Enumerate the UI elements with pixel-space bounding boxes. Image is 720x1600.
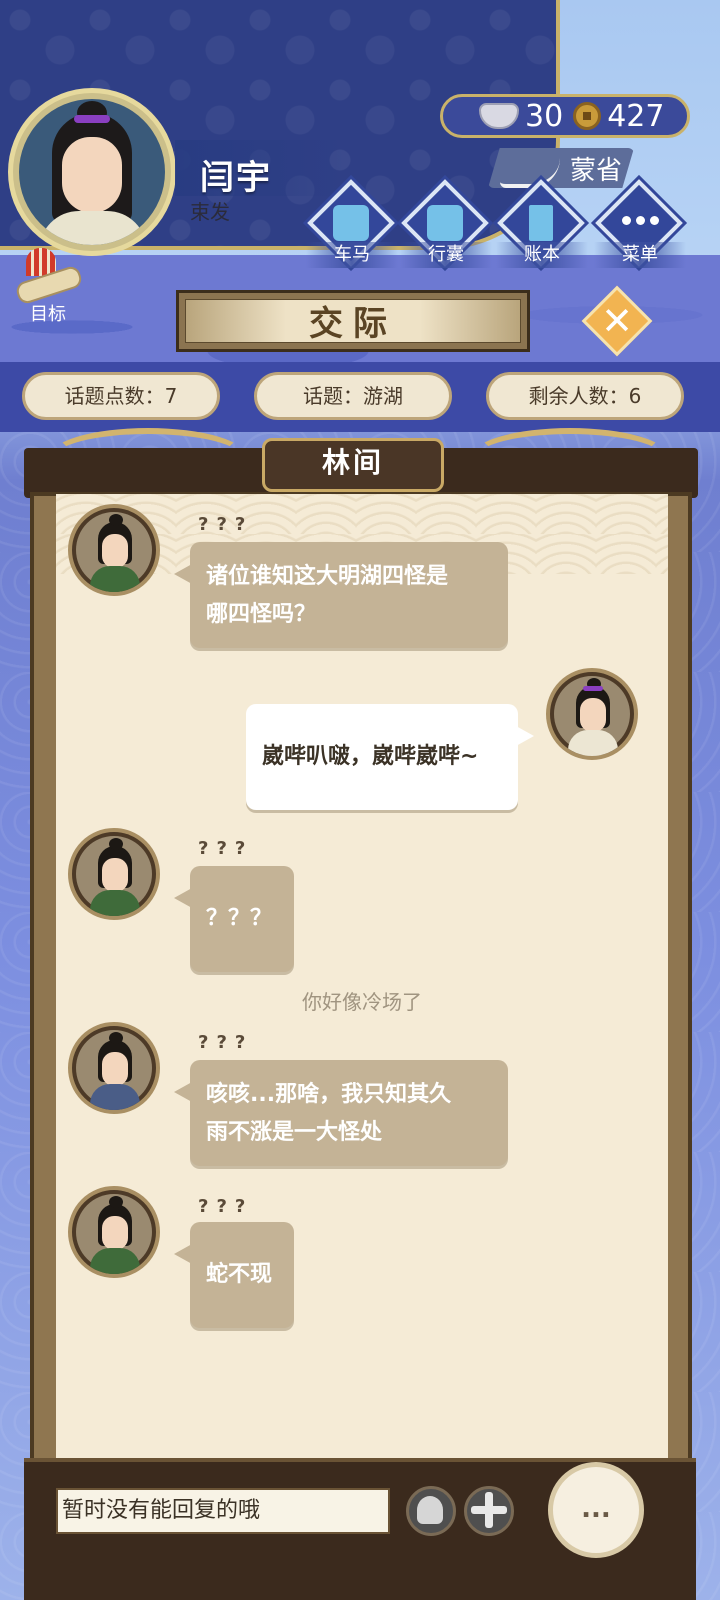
carriage-icon bbox=[333, 205, 369, 241]
bag-button[interactable]: 行囊 bbox=[400, 179, 492, 276]
chat-text-line: 雨不涨是一大怪处 bbox=[206, 1120, 383, 1145]
location-label: 蒙省 bbox=[570, 156, 623, 186]
copper-coin-icon bbox=[573, 102, 602, 130]
chat-bubble: ？？？ bbox=[174, 866, 294, 972]
silver-ingot-icon bbox=[479, 103, 519, 129]
screen-title: 交际 bbox=[309, 304, 397, 344]
player-title: 束发 bbox=[190, 200, 230, 224]
chat-text-line: 诸位谁知这大明湖四怪是 bbox=[206, 564, 449, 589]
chat-bubble: 蛇不现 bbox=[174, 1222, 294, 1328]
menu-label: 菜单 bbox=[594, 242, 686, 268]
gift-icon bbox=[417, 1496, 443, 1524]
bag-label: 行囊 bbox=[400, 242, 492, 268]
player-chat-bubble: 崴哔叭啵，崴哔崴哔~ bbox=[246, 704, 534, 810]
place-name: 林间 bbox=[321, 446, 384, 479]
screen-title-plaque: 交际 bbox=[176, 290, 530, 352]
chat-text-line: 崴哔叭啵，崴哔崴哔~ bbox=[262, 744, 479, 769]
frame-ornament-left bbox=[48, 428, 248, 488]
ledger-label: 账本 bbox=[496, 242, 588, 268]
topic-points-pill: 话题点数：7 bbox=[22, 372, 220, 420]
chat-text-line: 蛇不现 bbox=[206, 1262, 273, 1287]
more-icon bbox=[622, 216, 659, 225]
chat-text-line: 哪四怪吗？ bbox=[206, 602, 317, 627]
reply-input[interactable]: 暂时没有能回复的哦 bbox=[56, 1488, 390, 1534]
ledger-button[interactable]: 账本 bbox=[496, 179, 588, 276]
screen-title-inner: 交际 bbox=[185, 299, 521, 344]
speaker-name: ??? bbox=[198, 1196, 254, 1217]
goal-label: 目标 bbox=[30, 304, 66, 325]
currency-panel: 30 427 bbox=[440, 94, 690, 138]
npc-avatar[interactable] bbox=[68, 828, 160, 920]
chat-text-line: 咳咳...那啥，我只知其久 bbox=[206, 1082, 452, 1107]
silver-count: 30 bbox=[525, 98, 564, 134]
player-avatar[interactable] bbox=[8, 88, 176, 256]
npc-avatar[interactable] bbox=[68, 1186, 160, 1278]
avatar-portrait bbox=[19, 99, 165, 245]
carriage-label: 车马 bbox=[306, 242, 398, 268]
speaker-name: ??? bbox=[198, 1032, 254, 1053]
close-icon: ✕ bbox=[601, 299, 633, 343]
system-note: 你好像冷场了 bbox=[302, 990, 422, 1014]
coin-count: 427 bbox=[607, 98, 665, 134]
carriage-button[interactable]: 车马 bbox=[306, 179, 398, 276]
chat-bubble: 咳咳...那啥，我只知其久 雨不涨是一大怪处 bbox=[174, 1060, 508, 1166]
chat-bubble: 诸位谁知这大明湖四怪是 哪四怪吗？ bbox=[174, 542, 508, 648]
remaining-pill: 剩余人数：6 bbox=[486, 372, 684, 420]
speaker-name: ??? bbox=[198, 514, 254, 535]
npc-avatar[interactable] bbox=[68, 1022, 160, 1114]
speaker-name: ??? bbox=[198, 838, 254, 859]
plus-icon-vertical bbox=[485, 1492, 493, 1528]
topic-pill: 话题：游湖 bbox=[254, 372, 452, 420]
ledger-icon bbox=[529, 205, 553, 241]
avatar-headband bbox=[74, 115, 110, 123]
bag-icon bbox=[427, 205, 463, 241]
more-options-button[interactable]: ... bbox=[548, 1462, 644, 1558]
goal-button[interactable]: 目标 bbox=[12, 244, 84, 325]
npc-avatar[interactable] bbox=[68, 504, 160, 596]
chat-text-line: ？？？ bbox=[206, 906, 273, 931]
frame-ornament-right bbox=[470, 428, 670, 488]
menu-button[interactable]: 菜单 bbox=[594, 179, 686, 276]
player-chat-avatar[interactable] bbox=[546, 668, 638, 760]
player-name: 闫宇 bbox=[200, 158, 272, 198]
avatar-face bbox=[62, 137, 122, 213]
